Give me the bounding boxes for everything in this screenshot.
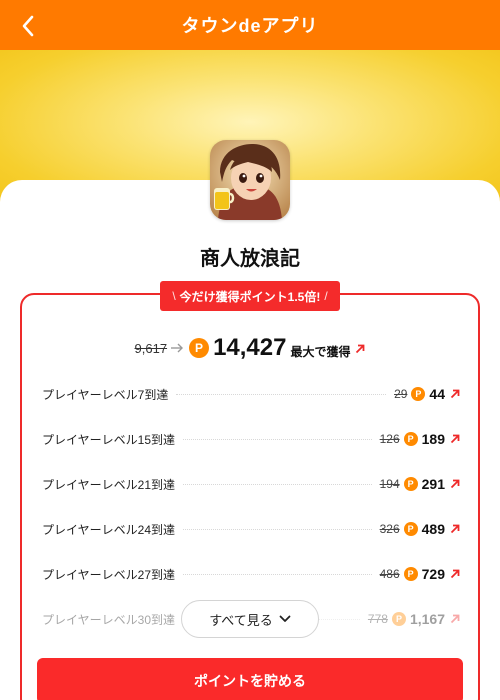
external-arrow-icon	[450, 614, 460, 624]
mission-old-points: 126	[379, 432, 400, 446]
mission-old-points: 486	[379, 567, 400, 581]
app-name: 商人放浪記	[200, 248, 300, 270]
earn-points-button[interactable]: ポイントを貯める	[37, 658, 463, 700]
mission-label: プレイヤーレベル30到達	[42, 612, 175, 627]
header-title: タウンdeアプリ	[181, 16, 319, 36]
mission-row[interactable]: プレイヤーレベル21到達 194 P 291	[42, 474, 460, 494]
promo-badge: \ 今だけ獲得ポイント1.5倍! /	[160, 281, 340, 311]
dotted-divider	[176, 393, 387, 395]
chevron-left-icon	[22, 15, 34, 37]
mission-old-points: 326	[379, 522, 400, 536]
mission-new-points: 1,167	[409, 611, 445, 627]
mission-old-points: 194	[379, 477, 400, 491]
badge-slash-left: \	[172, 289, 176, 303]
mission-new-points: 291	[421, 476, 445, 492]
point-coin-icon: P	[189, 338, 210, 358]
external-arrow-icon	[356, 344, 365, 354]
mission-label: プレイヤーレベル21到達	[42, 477, 175, 492]
total-old-points: 9,617	[134, 340, 168, 356]
point-coin-icon: P	[411, 387, 426, 401]
dotted-divider	[183, 528, 372, 530]
mission-row[interactable]: プレイヤーレベル27到達 486 P 729	[42, 564, 460, 584]
dotted-divider	[183, 483, 372, 485]
see-all-label: すべて見る	[209, 612, 273, 628]
mission-label: プレイヤーレベル27到達	[42, 567, 175, 582]
mission-label: プレイヤーレベル15到達	[42, 432, 175, 447]
mission-new-points: 729	[421, 566, 445, 582]
back-button[interactable]	[14, 12, 42, 40]
mission-row[interactable]: プレイヤーレベル24到達 326 P 489	[42, 519, 460, 539]
external-arrow-icon	[450, 524, 460, 534]
mission-new-points: 189	[421, 431, 445, 447]
earn-points-label: ポイントを貯める	[194, 673, 306, 689]
app-header: タウンdeアプリ	[0, 0, 500, 50]
external-arrow-icon	[450, 389, 460, 399]
mission-new-points: 489	[421, 521, 445, 537]
mission-label: プレイヤーレベル24到達	[42, 522, 175, 537]
mission-old-points: 29	[394, 387, 408, 401]
see-all-button[interactable]: すべて見る	[181, 600, 319, 638]
external-arrow-icon	[450, 434, 460, 444]
total-suffix: 最大で獲得	[290, 344, 351, 359]
point-coin-icon: P	[403, 432, 418, 446]
mission-new-points: 44	[429, 386, 445, 402]
mission-old-points: 778	[367, 612, 388, 626]
point-coin-icon: P	[391, 612, 406, 626]
point-coin-icon: P	[403, 477, 418, 491]
mission-row[interactable]: プレイヤーレベル15到達 126 P 189	[42, 429, 460, 449]
mission-row[interactable]: プレイヤーレベル7到達 29 P 44	[42, 384, 460, 404]
dotted-divider	[183, 573, 372, 575]
point-coin-icon: P	[403, 567, 418, 581]
external-arrow-icon	[450, 569, 460, 579]
mission-label: プレイヤーレベル7到達	[42, 387, 169, 402]
badge-slash-right: /	[324, 289, 328, 303]
dotted-divider	[183, 438, 372, 440]
total-new-points: 14,427	[213, 334, 287, 361]
external-arrow-icon	[450, 479, 460, 489]
arrow-right-icon	[171, 343, 184, 353]
total-points-row: 9,617 P 14,427 最大で獲得	[0, 333, 500, 363]
chevron-down-icon	[279, 615, 291, 622]
point-coin-icon: P	[403, 522, 418, 536]
promo-badge-text: 今だけ獲得ポイント1.5倍!	[179, 289, 321, 304]
app-icon	[210, 140, 290, 220]
